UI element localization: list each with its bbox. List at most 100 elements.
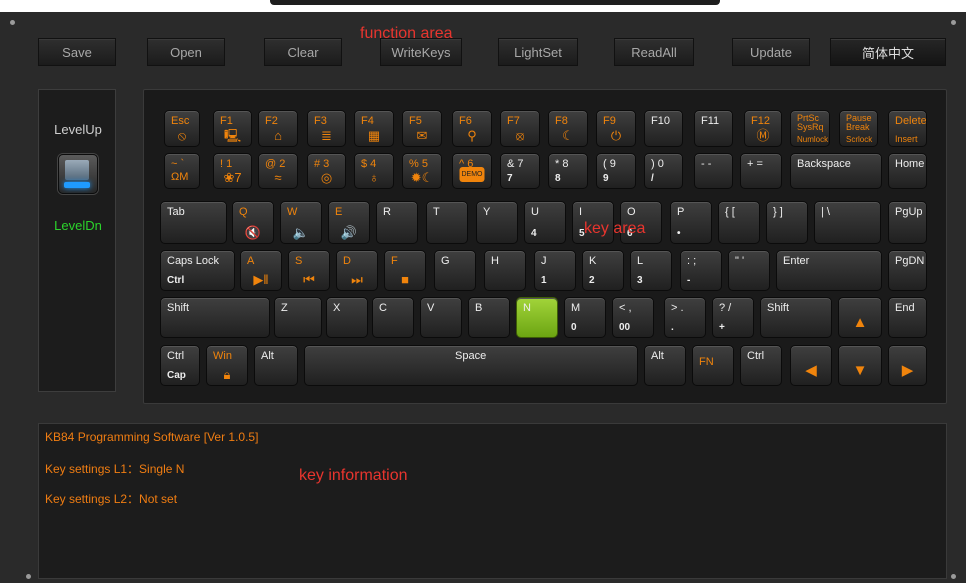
- key-pause[interactable]: Pause Break Scrlock: [839, 110, 878, 147]
- key-x[interactable]: X: [326, 297, 368, 338]
- clear-button[interactable]: Clear: [264, 38, 342, 66]
- key-home[interactable]: Home: [888, 153, 927, 189]
- key-e[interactable]: E 🔊: [328, 201, 370, 244]
- key-pipe[interactable]: | \: [814, 201, 881, 244]
- key-quote[interactable]: " ': [728, 250, 770, 291]
- open-button[interactable]: Open: [147, 38, 225, 66]
- language-button[interactable]: 简体中文: [830, 38, 946, 66]
- corner-dot: [951, 20, 956, 25]
- key-c[interactable]: C: [372, 297, 414, 338]
- key-end[interactable]: End: [888, 297, 927, 338]
- key-n[interactable]: N: [516, 297, 558, 338]
- key-light-up[interactable]: ▲: [838, 297, 882, 338]
- key-f5[interactable]: F5 ✉: [402, 110, 442, 147]
- update-button[interactable]: Update: [732, 38, 810, 66]
- key-s[interactable]: S ⏮: [288, 250, 330, 291]
- key-w[interactable]: W 🔈: [280, 201, 322, 244]
- key-f12[interactable]: F12 Ⓜ: [744, 110, 782, 147]
- key-y[interactable]: Y: [476, 201, 518, 244]
- mute-icon: 🔇: [244, 225, 262, 240]
- key-9[interactable]: ( 99: [596, 153, 636, 189]
- key-fn[interactable]: FN: [692, 345, 734, 386]
- key-pgup[interactable]: PgUp: [888, 201, 927, 244]
- key-prtsc[interactable]: PrtSc SysRq Numlock: [790, 110, 830, 147]
- key-comma[interactable]: < , 00: [612, 297, 654, 338]
- key-6[interactable]: ^ 6 DEMO: [452, 153, 492, 189]
- volume-up-icon: 🔊: [340, 225, 358, 240]
- key-f1[interactable]: F1 🖳: [213, 110, 252, 147]
- key-rbrace[interactable]: } ]: [766, 201, 808, 244]
- key-4[interactable]: $ 4 ♁: [354, 153, 394, 189]
- key-3[interactable]: # 3 ◎: [307, 153, 346, 189]
- key-f3[interactable]: F3 ≣: [307, 110, 346, 147]
- play-pause-icon: ▶‖: [253, 272, 269, 287]
- arrow-down-light-icon: ▼: [852, 362, 868, 379]
- key-enter[interactable]: Enter: [776, 250, 882, 291]
- key-esc[interactable]: Esc ⦸: [164, 110, 200, 147]
- key-plus[interactable]: + =: [740, 153, 782, 189]
- save-button[interactable]: Save: [38, 38, 116, 66]
- key-a[interactable]: A ▶‖: [240, 250, 282, 291]
- key-f9[interactable]: F9 ⏻: [596, 110, 636, 147]
- level-down-label[interactable]: LevelDn: [39, 218, 117, 233]
- key-slash[interactable]: ? / +: [712, 297, 754, 338]
- key-tilde[interactable]: ~ ` ΩM: [164, 153, 200, 189]
- key-light-left[interactable]: ◀: [790, 345, 832, 386]
- key-left-ctrl[interactable]: Ctrl Cap: [160, 345, 200, 386]
- key-h[interactable]: H: [484, 250, 526, 291]
- key-f4[interactable]: F4 ▦: [354, 110, 394, 147]
- key-tab[interactable]: Tab: [160, 201, 227, 244]
- key-5[interactable]: % 5 ✹☾: [402, 153, 442, 189]
- key-l[interactable]: L3: [630, 250, 672, 291]
- key-z[interactable]: Z: [274, 297, 322, 338]
- key-left-shift[interactable]: Shift: [160, 297, 270, 338]
- key-0[interactable]: ) 0/: [644, 153, 683, 189]
- key-f8[interactable]: F8 ☾: [548, 110, 588, 147]
- key-minus[interactable]: - -: [694, 153, 733, 189]
- corner-dot: [26, 574, 31, 579]
- key-backspace[interactable]: Backspace: [790, 153, 882, 189]
- key-r[interactable]: R: [376, 201, 418, 244]
- key-space[interactable]: Space: [304, 345, 638, 386]
- level-key-icon[interactable]: [58, 154, 98, 194]
- key-d[interactable]: D ⏭: [336, 250, 378, 291]
- key-right-shift[interactable]: Shift: [760, 297, 832, 338]
- key-p[interactable]: P •: [670, 201, 712, 244]
- key-j[interactable]: J1: [534, 250, 576, 291]
- key-right-alt[interactable]: Alt: [644, 345, 686, 386]
- key-f10[interactable]: F10: [644, 110, 683, 147]
- key-f11[interactable]: F11: [694, 110, 733, 147]
- key-left-alt[interactable]: Alt: [254, 345, 298, 386]
- key-pgdn[interactable]: PgDN: [888, 250, 927, 291]
- key-semicolon[interactable]: : ; -: [680, 250, 722, 291]
- key-delete[interactable]: Delete Insert: [888, 110, 927, 147]
- level-up-label[interactable]: LevelUp: [39, 122, 117, 137]
- key-t[interactable]: T: [426, 201, 468, 244]
- key-light-down[interactable]: ▼: [838, 345, 882, 386]
- key-8[interactable]: * 88: [548, 153, 588, 189]
- lightset-button[interactable]: LightSet: [498, 38, 578, 66]
- key-2[interactable]: @ 2 ≈: [258, 153, 298, 189]
- key-period[interactable]: > ..: [664, 297, 706, 338]
- key-k[interactable]: K2: [582, 250, 624, 291]
- key-f7[interactable]: F7 ⦻: [500, 110, 540, 147]
- readall-button[interactable]: ReadAll: [614, 38, 694, 66]
- key-g[interactable]: G: [434, 250, 476, 291]
- key-v[interactable]: V: [420, 297, 462, 338]
- key-lbrace[interactable]: { [: [718, 201, 760, 244]
- key-b[interactable]: B: [468, 297, 510, 338]
- key-right-ctrl[interactable]: Ctrl: [740, 345, 782, 386]
- key-light-right[interactable]: ▶: [888, 345, 927, 386]
- key-7[interactable]: & 77: [500, 153, 540, 189]
- key-f[interactable]: F ■: [384, 250, 426, 291]
- key-q[interactable]: Q 🔇: [232, 201, 274, 244]
- key-capslock[interactable]: Caps Lock Ctrl: [160, 250, 235, 291]
- moon-icon: ☾: [562, 128, 574, 143]
- key-f6[interactable]: F6 ⚲: [452, 110, 492, 147]
- key-f2[interactable]: F2 ⌂: [258, 110, 298, 147]
- key-m[interactable]: M0: [564, 297, 606, 338]
- writekeys-button[interactable]: WriteKeys: [380, 38, 462, 66]
- key-win[interactable]: Win 🔒︎: [206, 345, 248, 386]
- key-u[interactable]: U4: [524, 201, 566, 244]
- key-1[interactable]: ! 1 ❀7: [213, 153, 252, 189]
